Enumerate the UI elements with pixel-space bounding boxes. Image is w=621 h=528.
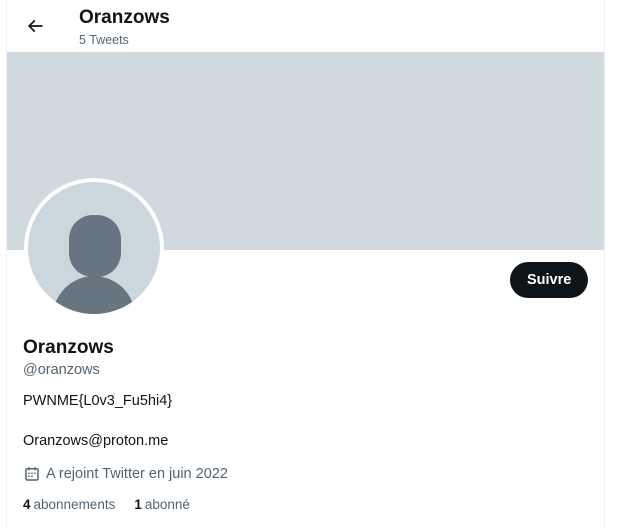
- profile-email: Oranzows@proton.me: [23, 433, 169, 449]
- joined-date: A rejoint Twitter en juin 2022: [23, 464, 228, 484]
- followers-link[interactable]: 1 abonné: [134, 497, 190, 512]
- followers-label: abonné: [144, 497, 190, 512]
- profile-name: Oranzows: [23, 337, 114, 358]
- arrow-left-icon: [25, 16, 45, 36]
- profile-header: Oranzows 5 Tweets: [7, 0, 604, 52]
- header-title: Oranzows: [79, 7, 170, 28]
- profile-stats: 4 abonnements 1 abonné: [23, 497, 209, 512]
- avatar[interactable]: [24, 178, 164, 318]
- followers-count: 1: [134, 497, 142, 512]
- following-count: 4: [23, 497, 31, 512]
- profile-column: Oranzows 5 Tweets Suivre Oranzows @oranz…: [6, 0, 605, 528]
- following-link[interactable]: 4 abonnements: [23, 497, 115, 512]
- back-button[interactable]: [19, 10, 51, 42]
- profile-handle: @oranzows: [23, 362, 100, 378]
- follow-button[interactable]: Suivre: [510, 262, 589, 298]
- profile-bio: PWNME{L0v3_Fu5hi4}: [23, 393, 173, 409]
- following-label: abonnements: [33, 497, 116, 512]
- default-avatar-icon: [28, 182, 160, 314]
- calendar-icon: [23, 465, 41, 483]
- joined-text: A rejoint Twitter en juin 2022: [46, 466, 228, 482]
- tweet-count: 5 Tweets: [79, 33, 129, 47]
- profile-page: Oranzows 5 Tweets Suivre Oranzows @oranz…: [0, 0, 621, 528]
